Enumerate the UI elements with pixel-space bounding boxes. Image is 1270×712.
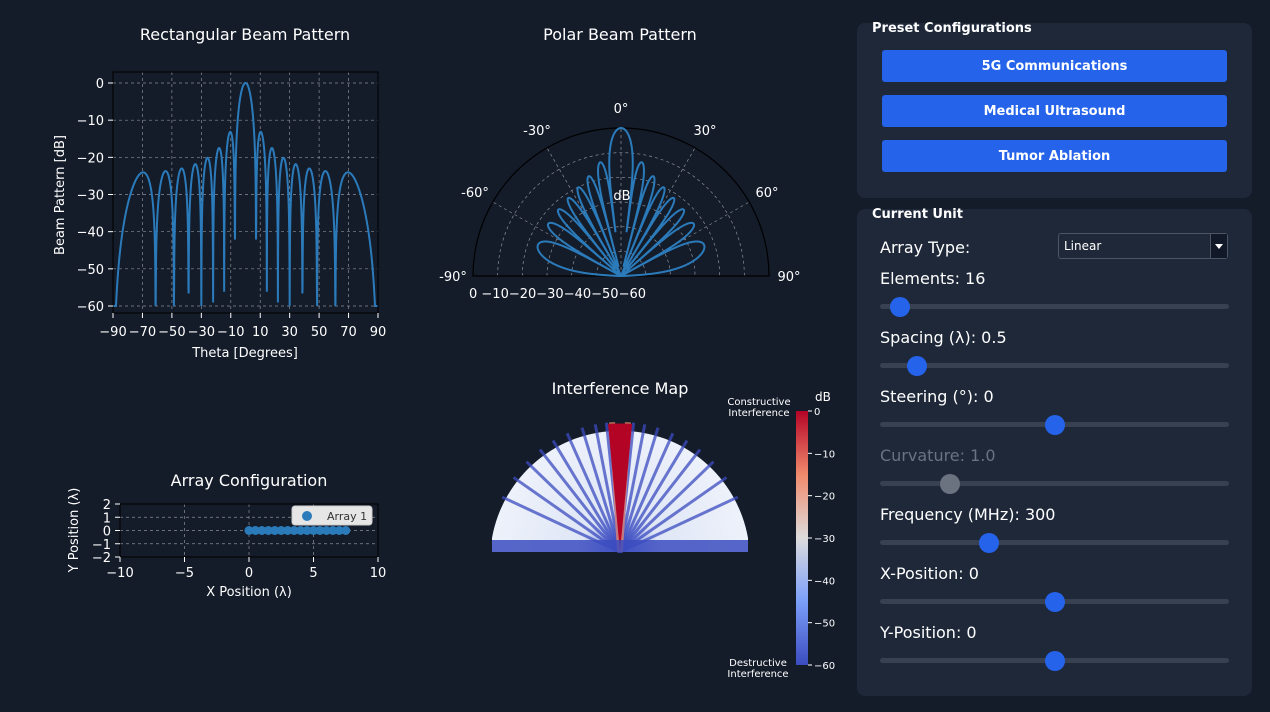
- polar-radial-label: dB: [613, 189, 630, 204]
- polar-angle-m60: -60°: [461, 186, 489, 201]
- colorbar-tick-label: −20: [814, 492, 835, 503]
- rect-chart-frame: [112, 71, 379, 314]
- spacing-slider-thumb[interactable]: [907, 356, 927, 376]
- rect-xtick-label: −50: [158, 325, 185, 340]
- rect-chart-xlabel: Theta [Degrees]: [191, 346, 298, 361]
- polar-angle-p60: 60°: [755, 186, 778, 201]
- x-position-label: X-Position: 0: [880, 564, 979, 583]
- frequency-label: Frequency (MHz): 300: [880, 505, 1056, 524]
- polar-beam-svg: Polar Beam Pattern 0° -30° 30° -60° 60° …: [439, 25, 800, 302]
- colorbar-tick-label: −30: [814, 534, 835, 545]
- colorbar-tick-label: 0: [814, 407, 820, 418]
- array-xtick-label: 0: [245, 566, 253, 581]
- rect-ytick-label: −60: [77, 300, 104, 315]
- interference-near-field: [492, 540, 748, 552]
- array-config-svg: Array Configuration −10 −5 0 5 10 210−1−2 Ar…: [67, 471, 387, 600]
- rect-xtick-label: 70: [340, 325, 357, 340]
- array-xtick-label: 10: [370, 566, 387, 581]
- constructive-label-2: Interference: [728, 408, 789, 419]
- steering-slider-thumb[interactable]: [1045, 415, 1065, 435]
- curvature-label: Curvature: 1.0: [880, 446, 996, 465]
- rect-xtick-label: 30: [281, 325, 298, 340]
- elements-label: Elements: 16: [880, 269, 986, 288]
- rect-xtick-label: −10: [217, 325, 244, 340]
- rect-xtick-label: 50: [311, 325, 328, 340]
- rect-ytick-label: −50: [77, 263, 104, 278]
- rect-xtick-label: −70: [129, 325, 156, 340]
- rect-beam-svg: Rectangular Beam Pattern −90 −70 −50 −30 −10…: [53, 25, 387, 361]
- interference-colorbar: [796, 411, 808, 665]
- steering-label: Steering (°): 0: [880, 387, 994, 406]
- colorbar-tick-label: −10: [814, 449, 835, 460]
- interference-svg: Interference Map dB 0−10−20−30−40−50−60 …: [492, 379, 835, 680]
- rect-beam-chart: Rectangular Beam Pattern −90 −70 −50 −30 −10…: [0, 0, 420, 380]
- rect-ytick-label: −30: [77, 189, 104, 204]
- elements-slider-track[interactable]: [880, 304, 1229, 309]
- curvature-slider-track: [880, 481, 1229, 486]
- colorbar-tick-label: −40: [814, 576, 835, 587]
- current-unit-title: Current Unit: [872, 207, 963, 222]
- polar-beam-chart: Polar Beam Pattern 0° -30° 30° -60° 60° …: [420, 0, 840, 320]
- preset-5g-button[interactable]: 5G Communications: [882, 50, 1227, 82]
- rect-ytick-label: 0: [96, 77, 104, 92]
- polar-angle-p90: 90°: [777, 270, 800, 285]
- array-chart-title: Array Configuration: [171, 471, 328, 490]
- spacing-slider-track[interactable]: [880, 363, 1229, 368]
- array-xtick-label: −10: [106, 566, 133, 581]
- array-xtick-label: −5: [175, 566, 194, 581]
- rect-ytick-label: −40: [77, 226, 104, 241]
- array-chart-ylabel: Y Position (λ): [67, 488, 82, 574]
- spacing-label: Spacing (λ): 0.5: [880, 328, 1007, 347]
- rect-xtick-label: −90: [99, 325, 126, 340]
- array-type-dropdown-toggle[interactable]: [1210, 234, 1227, 258]
- polar-angle-p30: 30°: [693, 124, 716, 139]
- polar-radial-ticks: 0 −10−20−30−40−50−60: [469, 287, 646, 302]
- y-position-slider-thumb[interactable]: [1045, 651, 1065, 671]
- array-type-value: Linear: [1064, 239, 1102, 253]
- polar-chart-title: Polar Beam Pattern: [543, 25, 697, 44]
- array-legend-marker: [302, 511, 312, 521]
- colorbar-tick-label: −50: [814, 619, 835, 630]
- array-ytick-label: −2: [92, 551, 111, 566]
- interference-title: Interference Map: [552, 379, 689, 398]
- array-xtick-label: 5: [309, 566, 317, 581]
- destructive-label-1: Destructive: [729, 658, 787, 669]
- preset-medical-ultrasound-button[interactable]: Medical Ultrasound: [882, 95, 1227, 127]
- elements-slider-thumb[interactable]: [890, 297, 910, 317]
- chevron-down-icon: [1215, 244, 1223, 249]
- array-legend: Array 1: [291, 505, 373, 526]
- rect-xtick-label: −30: [188, 325, 215, 340]
- rect-chart-ylabel: Beam Pattern [dB]: [53, 135, 68, 255]
- destructive-label-2: Interference: [727, 669, 788, 680]
- polar-angle-m30: -30°: [523, 124, 551, 139]
- preset-panel-title: Preset Configurations: [872, 21, 1032, 36]
- polar-angle-m90: -90°: [439, 270, 467, 285]
- rect-ytick-label: −20: [77, 151, 104, 166]
- polar-angle-0: 0°: [614, 102, 629, 117]
- interference-map: Interference Map dB 0 −10 −20 −30 −40 −50 −60 …: [470, 370, 840, 690]
- frequency-slider-thumb[interactable]: [979, 533, 999, 553]
- rect-chart-title: Rectangular Beam Pattern: [140, 25, 350, 44]
- frequency-slider-track[interactable]: [880, 540, 1229, 545]
- preset-tumor-ablation-button[interactable]: Tumor Ablation: [882, 140, 1227, 172]
- array-type-label: Array Type:: [880, 238, 971, 257]
- array-chart-xlabel: X Position (λ): [206, 585, 292, 600]
- constructive-label-1: Constructive: [727, 397, 790, 408]
- rect-ytick-label: −10: [77, 114, 104, 129]
- array-element-point: [341, 526, 351, 535]
- colorbar-tick-label: −60: [814, 661, 835, 672]
- array-config-chart: Array Configuration −10 −5 0 5 10 2 1 0 −1 −2 Ar…: [0, 460, 420, 610]
- x-position-slider-thumb[interactable]: [1045, 592, 1065, 612]
- rect-xtick-label: 10: [252, 325, 269, 340]
- rect-xtick-label: 90: [370, 325, 387, 340]
- array-type-select[interactable]: Linear: [1058, 233, 1228, 259]
- y-position-label: Y-Position: 0: [880, 623, 977, 642]
- array-legend-label: Array 1: [327, 510, 367, 523]
- curvature-slider-thumb: [940, 474, 960, 494]
- colorbar-unit: dB: [815, 390, 831, 404]
